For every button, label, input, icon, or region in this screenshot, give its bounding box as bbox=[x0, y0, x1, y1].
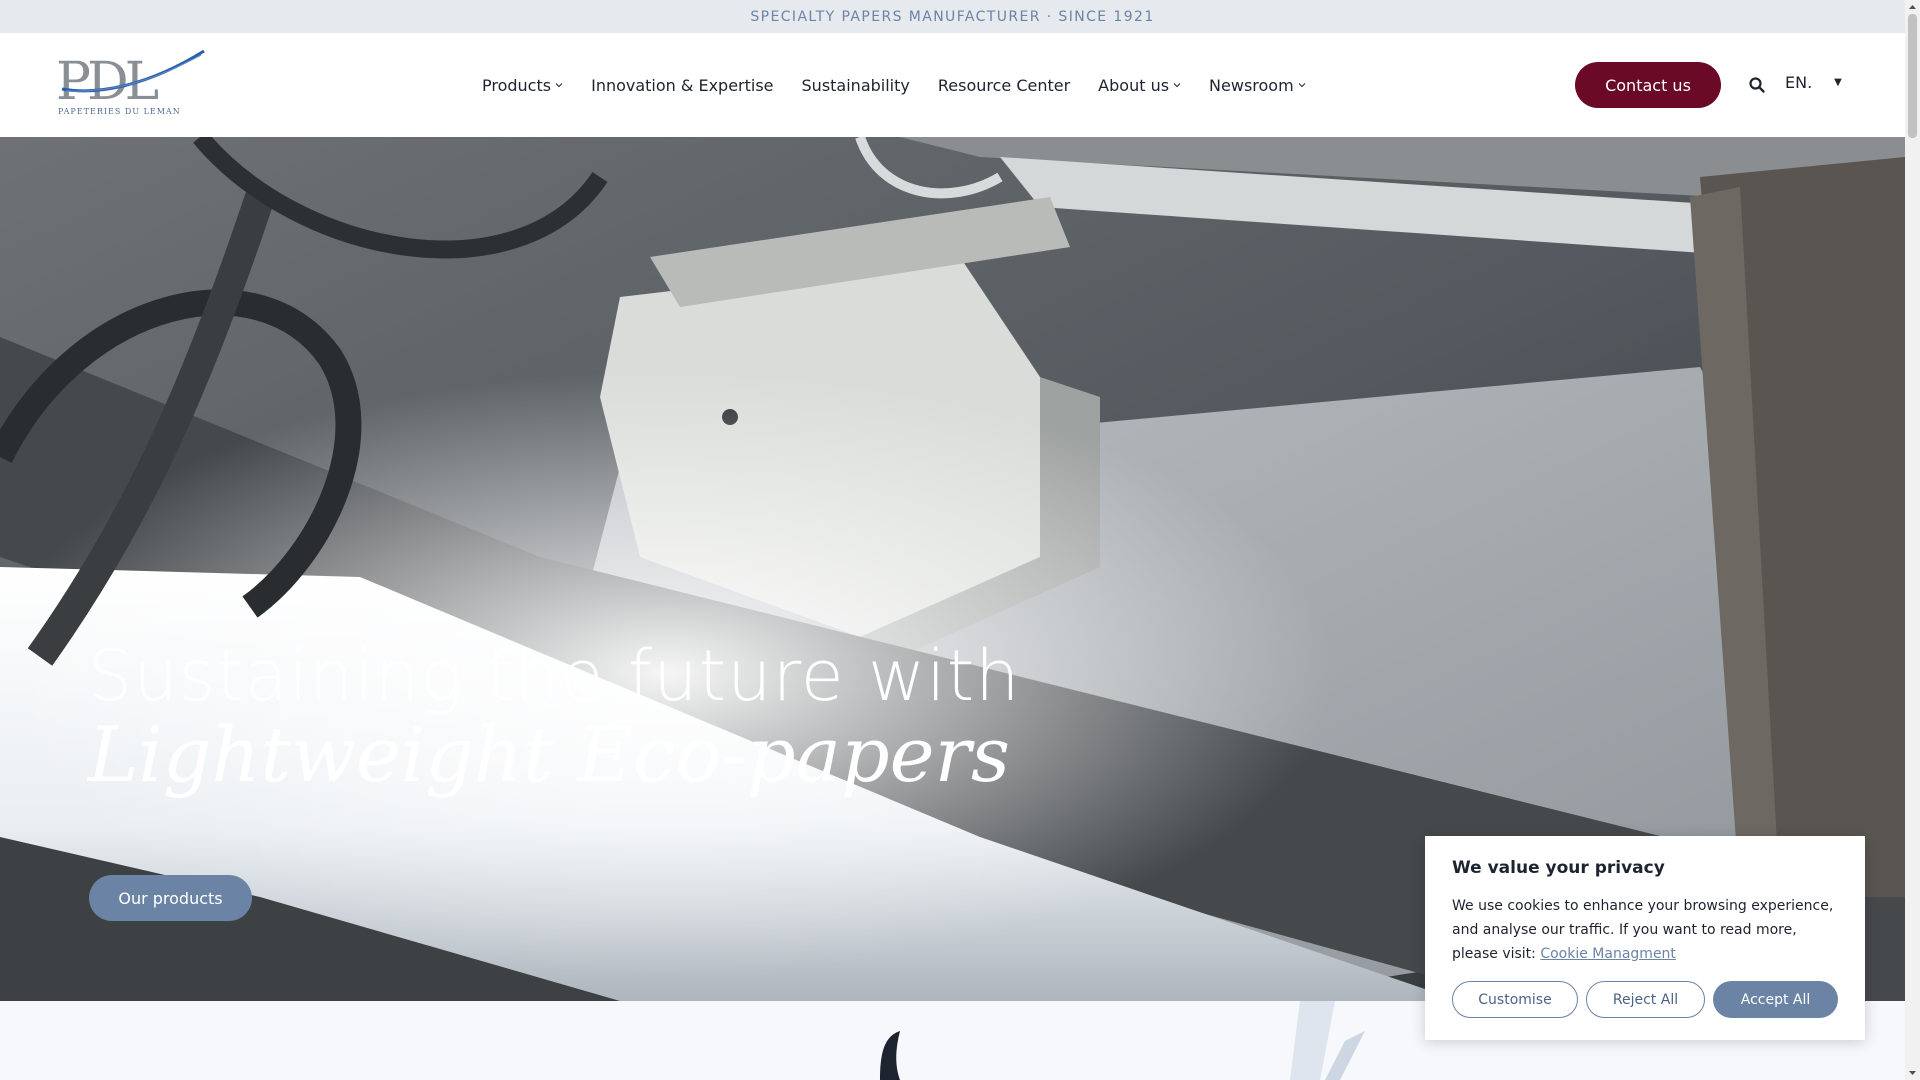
nav-item-label: Resource Center bbox=[937, 75, 1071, 95]
chevron-down-icon bbox=[555, 83, 563, 88]
cookie-banner-title: We value your privacy bbox=[1452, 858, 1665, 878]
contact-us-button[interactable]: Contact us bbox=[1575, 62, 1721, 108]
our-products-button[interactable]: Our products bbox=[89, 875, 252, 921]
nav-item-label: Innovation & Expertise bbox=[591, 75, 774, 95]
customise-button[interactable]: Customise bbox=[1452, 981, 1578, 1018]
language-label: EN. bbox=[1785, 73, 1813, 92]
search-icon[interactable] bbox=[1748, 76, 1766, 94]
cookie-consent-banner: We value your privacy We use cookies to … bbox=[1425, 836, 1865, 1040]
nav-item-label: Sustainability bbox=[801, 75, 910, 95]
scroll-down-arrow-icon[interactable] bbox=[1908, 1068, 1917, 1078]
hero-headline: Sustaining the future with Lightweight E… bbox=[88, 637, 1021, 795]
pdl-logo-mark: PDL bbox=[56, 49, 205, 107]
nav-item-newsroom[interactable]: Newsroom bbox=[1209, 76, 1306, 95]
scroll-up-arrow-icon[interactable] bbox=[1908, 2, 1917, 12]
nav-item-resource-center[interactable]: Resource Center bbox=[938, 76, 1070, 95]
nav-item-innovation[interactable]: Innovation & Expertise bbox=[591, 76, 773, 95]
cookie-banner-actions: Customise Reject All Accept All bbox=[1452, 981, 1838, 1018]
logo-subtitle: PAPETERIES DU LEMAN bbox=[58, 107, 181, 116]
nav-item-about-us[interactable]: About us bbox=[1098, 76, 1181, 95]
accept-all-button[interactable]: Accept All bbox=[1713, 981, 1838, 1018]
top-announcement-bar: SPECIALTY PAPERS MANUFACTURER · SINCE 19… bbox=[0, 0, 1905, 33]
hero-headline-line2: Lightweight Eco-papers bbox=[88, 710, 1010, 799]
nav-item-label: About us bbox=[1098, 75, 1170, 95]
main-navigation: Products Innovation & Expertise Sustaina… bbox=[482, 33, 1306, 137]
chevron-down-icon bbox=[1298, 83, 1306, 88]
nav-item-label: Newsroom bbox=[1209, 75, 1294, 95]
page-scrollbar[interactable] bbox=[1905, 0, 1920, 1080]
nav-item-label: Products bbox=[482, 75, 552, 95]
company-logo[interactable]: PDL PAPETERIES DU LEMAN bbox=[56, 49, 206, 123]
scrollbar-thumb[interactable] bbox=[1908, 14, 1917, 138]
cookie-management-link[interactable]: Cookie Managment bbox=[1540, 946, 1676, 962]
reject-all-button[interactable]: Reject All bbox=[1586, 981, 1705, 1018]
chevron-down-icon bbox=[1173, 83, 1181, 88]
site-header: PDL PAPETERIES DU LEMAN Products Innovat… bbox=[0, 33, 1905, 137]
nav-item-sustainability[interactable]: Sustainability bbox=[802, 76, 910, 95]
dropdown-caret-icon: ▼ bbox=[1834, 77, 1842, 88]
nav-item-products[interactable]: Products bbox=[482, 76, 563, 95]
company-tagline: SPECIALTY PAPERS MANUFACTURER · SINCE 19… bbox=[750, 8, 1155, 25]
language-selector[interactable]: EN. ▼ bbox=[1785, 73, 1842, 92]
cookie-banner-text: We use cookies to enhance your browsing … bbox=[1452, 894, 1838, 966]
hero-headline-line1: Sustaining the future with bbox=[88, 635, 1021, 717]
